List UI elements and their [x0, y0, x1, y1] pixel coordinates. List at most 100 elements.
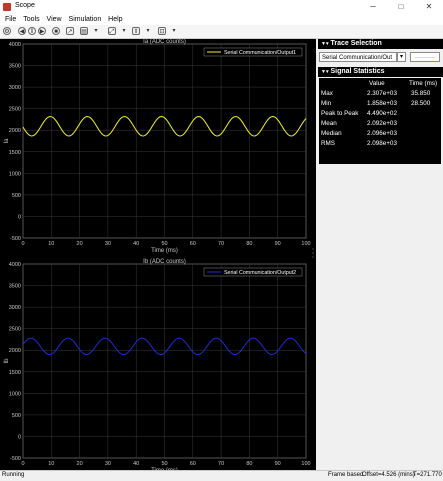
collapse-arrow-icon[interactable]: ▼▾	[321, 41, 328, 47]
menu-simulation[interactable]: Simulation	[69, 14, 102, 25]
x-tick-label: 80	[246, 241, 252, 247]
statistics-header-row: Value Time (ms)	[319, 80, 441, 89]
statistics-row: Max 2.307e+03 35.850	[319, 90, 441, 99]
x-tick-label: 100	[301, 241, 310, 247]
layout-icon[interactable]: ▤	[80, 27, 88, 35]
measurements-icon[interactable]: ⊡	[158, 27, 166, 35]
time-offset: Offset=4.526 (mins)	[362, 472, 415, 478]
step-forward-icon[interactable]: ▶	[38, 27, 46, 35]
trace-color-swatch	[410, 52, 440, 62]
trace-selection-panel: ▼▾ Trace Selection Serial Communication/O…	[318, 39, 443, 65]
panel-resize-handle[interactable]	[312, 248, 314, 262]
stat-value: 1.858e+03	[367, 100, 397, 107]
y-tick-label: 3000	[9, 305, 21, 311]
statistics-row: Median 2.096e+03	[319, 130, 441, 139]
y-tick-label: -500	[10, 236, 21, 242]
y-tick-label: 0	[18, 434, 21, 440]
y-tick-label: 2000	[9, 348, 21, 354]
scope-plot-area: 4000 3500 3000 2500 2000 1500 1000 500 0 -500 0 10 2…	[0, 39, 316, 474]
x-tick-label: 20	[77, 461, 83, 467]
scope-axes-svg: 40003500300025002000150010005000-5000 10 2…	[4, 39, 311, 474]
stat-value: 2.096e+03	[367, 130, 397, 137]
status-bar: Running Frame based Offset=4.526 (mins) …	[0, 470, 443, 481]
x-tick-label: 70	[218, 241, 224, 247]
y-tick-label: 4000	[9, 42, 21, 48]
legend-label: Serial Communication/Output1	[224, 50, 296, 56]
x-tick-label: 30	[105, 241, 111, 247]
menu-view[interactable]: View	[47, 14, 62, 25]
x-tick-label: 40	[133, 241, 139, 247]
statistics-table: Value Time (ms) Max 2.307e+03 35.850 Min…	[319, 78, 441, 164]
stop-icon[interactable]: ■	[52, 27, 60, 35]
y-tick-label: 3000	[9, 85, 21, 91]
stat-value: 2.092e+03	[367, 120, 397, 127]
signal-statistics-title: Signal Statistics	[330, 68, 385, 75]
stat-label: Min	[321, 100, 332, 107]
stat-label: RMS	[321, 140, 335, 147]
x-tick-label: 0	[21, 461, 24, 467]
pause-icon[interactable]: ‖	[28, 27, 36, 35]
trace-selection-header[interactable]: ▼▾ Trace Selection	[318, 39, 443, 49]
signal-statistics-panel: ▼▾ Signal Statistics Value Time (ms) Max …	[318, 67, 443, 167]
y-tick-label: 1000	[9, 171, 21, 177]
x-tick-label: 90	[275, 241, 281, 247]
autoscale-icon[interactable]: ⇕	[132, 27, 140, 35]
sim-time: T=271.770	[413, 472, 442, 478]
menu-help[interactable]: Help	[108, 14, 122, 25]
window-title: Scope	[15, 2, 35, 9]
settings-gear-icon[interactable]: ⚙	[3, 27, 11, 35]
y-tick-label: -500	[10, 456, 21, 462]
y-tick-label: 2000	[9, 128, 21, 134]
dropdown-arrow-icon[interactable]: ▾	[397, 52, 406, 62]
x-tick-label: 100	[301, 461, 310, 467]
x-tick-label: 10	[48, 241, 54, 247]
y-tick-label: 500	[12, 193, 21, 199]
axes-title: Ia (ADC counts)	[143, 39, 186, 45]
stat-label: Median	[321, 130, 342, 137]
x-tick-label: 30	[105, 461, 111, 467]
y-tick-label: 1500	[9, 150, 21, 156]
statistics-row: Peak to Peak 4.490e+02	[319, 110, 441, 119]
x-tick-label: 80	[246, 461, 252, 467]
menu-bar: File Tools View Simulation Help	[0, 14, 443, 25]
title-bar: Scope ─ □ ✕	[0, 0, 443, 14]
run-status: Running	[2, 472, 25, 478]
y-tick-label: 500	[12, 413, 21, 419]
menu-file[interactable]: File	[5, 14, 16, 25]
close-button[interactable]: ✕	[415, 0, 443, 14]
axes-title: Ib (ADC counts)	[143, 259, 186, 265]
stat-value: 4.490e+02	[367, 110, 397, 117]
minimize-button[interactable]: ─	[359, 0, 387, 14]
stat-label: Peak to Peak	[321, 110, 359, 117]
signal-statistics-header[interactable]: ▼▾ Signal Statistics	[318, 67, 443, 77]
app-icon	[3, 3, 11, 11]
maximize-button[interactable]: □	[387, 0, 415, 14]
stat-value: 2.307e+03	[367, 90, 397, 97]
toolbar: ⚙ ◀ ‖ ▶ ■ ↗ ▤ ▾ ⤢ ▾ ⇕ ▾ ⊡ ▾	[0, 25, 443, 39]
trace-select-dropdown[interactable]: Serial Communication/Out	[319, 52, 397, 62]
layout-dropdown-icon[interactable]: ▾	[92, 27, 100, 35]
x-tick-label: 60	[190, 241, 196, 247]
collapse-arrow-icon[interactable]: ▼▾	[321, 69, 328, 75]
y-tick-label: 3500	[9, 64, 21, 70]
autoscale-dropdown-icon[interactable]: ▾	[144, 27, 152, 35]
measurements-dropdown-icon[interactable]: ▾	[170, 27, 178, 35]
zoom-icon[interactable]: ⤢	[108, 27, 116, 35]
x-tick-label: 20	[77, 241, 83, 247]
y-tick-label: 4000	[9, 262, 21, 268]
menu-tools[interactable]: Tools	[23, 14, 39, 25]
x-tick-label: 0	[21, 241, 24, 247]
x-tick-label: 50	[161, 241, 167, 247]
x-tick-label: 10	[48, 461, 54, 467]
statistics-row: Mean 2.092e+03	[319, 120, 441, 129]
y-tick-label: 1000	[9, 391, 21, 397]
stat-value: 2.098e+03	[367, 140, 397, 147]
y-tick-label: 2500	[9, 327, 21, 333]
y-tick-label: 3500	[9, 284, 21, 290]
highlight-block-icon[interactable]: ↗	[66, 27, 74, 35]
trace-selection-title: Trace Selection	[330, 40, 382, 47]
y-axis-label: Ib	[4, 358, 10, 364]
y-tick-label: 2500	[9, 107, 21, 113]
zoom-dropdown-icon[interactable]: ▾	[120, 27, 128, 35]
step-back-icon[interactable]: ◀	[18, 27, 26, 35]
